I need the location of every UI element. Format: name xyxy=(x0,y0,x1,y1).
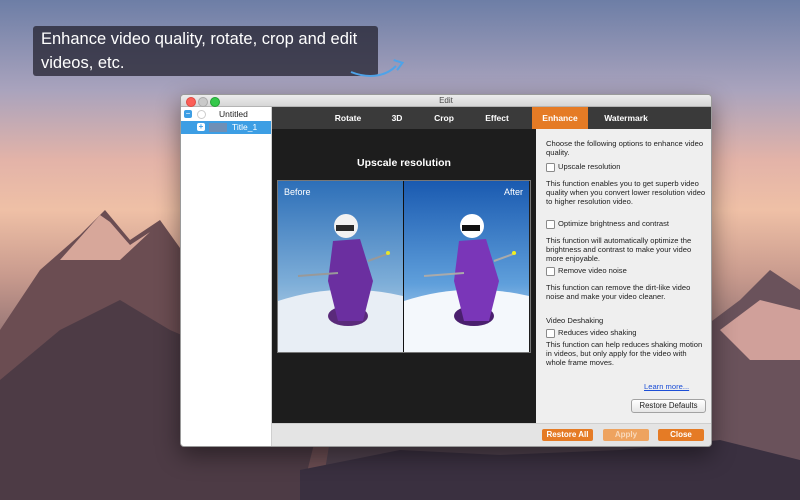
tab-effect[interactable]: Effect xyxy=(477,107,517,129)
deshake-heading: Video Deshaking xyxy=(546,316,604,325)
brightness-label[interactable]: Optimize brightness and contrast xyxy=(558,219,669,229)
upscale-label[interactable]: Upscale resolution xyxy=(558,162,620,172)
video-thumbnail xyxy=(209,123,227,132)
brightness-option[interactable]: Optimize brightness and contrast xyxy=(546,219,706,229)
sidebar-item-label: Untitled xyxy=(219,109,248,119)
disc-icon xyxy=(197,110,206,119)
pointer-arrow-icon xyxy=(350,59,405,77)
brightness-checkbox[interactable] xyxy=(546,220,555,229)
sidebar-item-label: Title_1 xyxy=(232,122,258,132)
upscale-option[interactable]: Upscale resolution xyxy=(546,162,706,172)
window-footer: Restore All Apply Close xyxy=(272,423,711,446)
tab-rotate[interactable]: Rotate xyxy=(328,107,368,129)
preview-pane: Upscale resolution Before After xyxy=(272,129,536,423)
window-titlebar[interactable]: Edit xyxy=(181,95,711,107)
apply-button[interactable]: Apply xyxy=(603,429,649,441)
before-label: Before xyxy=(284,187,311,197)
brightness-description: This function will automatically optimiz… xyxy=(546,236,692,264)
expand-icon[interactable]: + xyxy=(197,123,205,131)
close-button[interactable]: Close xyxy=(658,429,704,441)
sidebar-item-untitled[interactable]: − Untitled xyxy=(181,108,271,121)
after-image: After xyxy=(404,181,529,352)
tab-crop[interactable]: Crop xyxy=(426,107,462,129)
after-label: After xyxy=(503,187,523,197)
noise-checkbox[interactable] xyxy=(546,267,555,276)
noise-label[interactable]: Remove video noise xyxy=(558,266,627,276)
enhance-options-panel: Choose the following options to enhance … xyxy=(536,129,711,423)
deshake-option[interactable]: Reduces video shaking xyxy=(546,328,706,338)
close-window-icon[interactable] xyxy=(186,96,196,107)
noise-option[interactable]: Remove video noise xyxy=(546,266,706,276)
noise-description: This function can remove the dirt-like v… xyxy=(546,283,691,302)
tab-3d[interactable]: 3D xyxy=(382,107,412,129)
restore-all-button[interactable]: Restore All xyxy=(542,429,593,441)
before-after-preview: Before After xyxy=(277,180,531,353)
window-title: Edit xyxy=(439,96,453,105)
upscale-checkbox[interactable] xyxy=(546,163,555,172)
tab-enhance[interactable]: Enhance xyxy=(532,107,588,129)
feature-caption: Enhance video quality, rotate, crop and … xyxy=(33,26,378,76)
title-list: − Untitled + Title_1 xyxy=(181,107,272,446)
upscale-description: This function enables you to get superb … xyxy=(546,179,706,207)
tab-watermark[interactable]: Watermark xyxy=(600,107,652,129)
collapse-icon[interactable]: − xyxy=(184,110,192,118)
deshake-label[interactable]: Reduces video shaking xyxy=(558,328,637,338)
zoom-window-icon[interactable] xyxy=(210,96,220,107)
before-image: Before xyxy=(278,181,403,352)
learn-more-link[interactable]: Learn more... xyxy=(644,382,689,391)
edit-window: Edit − Untitled + Title_1 Rotate 3D Crop… xyxy=(180,94,712,447)
deshake-description: This function can help reduces shaking m… xyxy=(546,340,703,368)
options-intro: Choose the following options to enhance … xyxy=(546,139,704,158)
edit-tab-bar: Rotate 3D Crop Effect Enhance Watermark xyxy=(272,107,711,129)
minimize-window-icon[interactable] xyxy=(198,96,208,107)
restore-defaults-button[interactable]: Restore Defaults xyxy=(631,399,706,413)
deshake-checkbox[interactable] xyxy=(546,329,555,338)
sidebar-item-title-1[interactable]: + Title_1 xyxy=(181,121,271,134)
preview-title: Upscale resolution xyxy=(357,157,451,169)
